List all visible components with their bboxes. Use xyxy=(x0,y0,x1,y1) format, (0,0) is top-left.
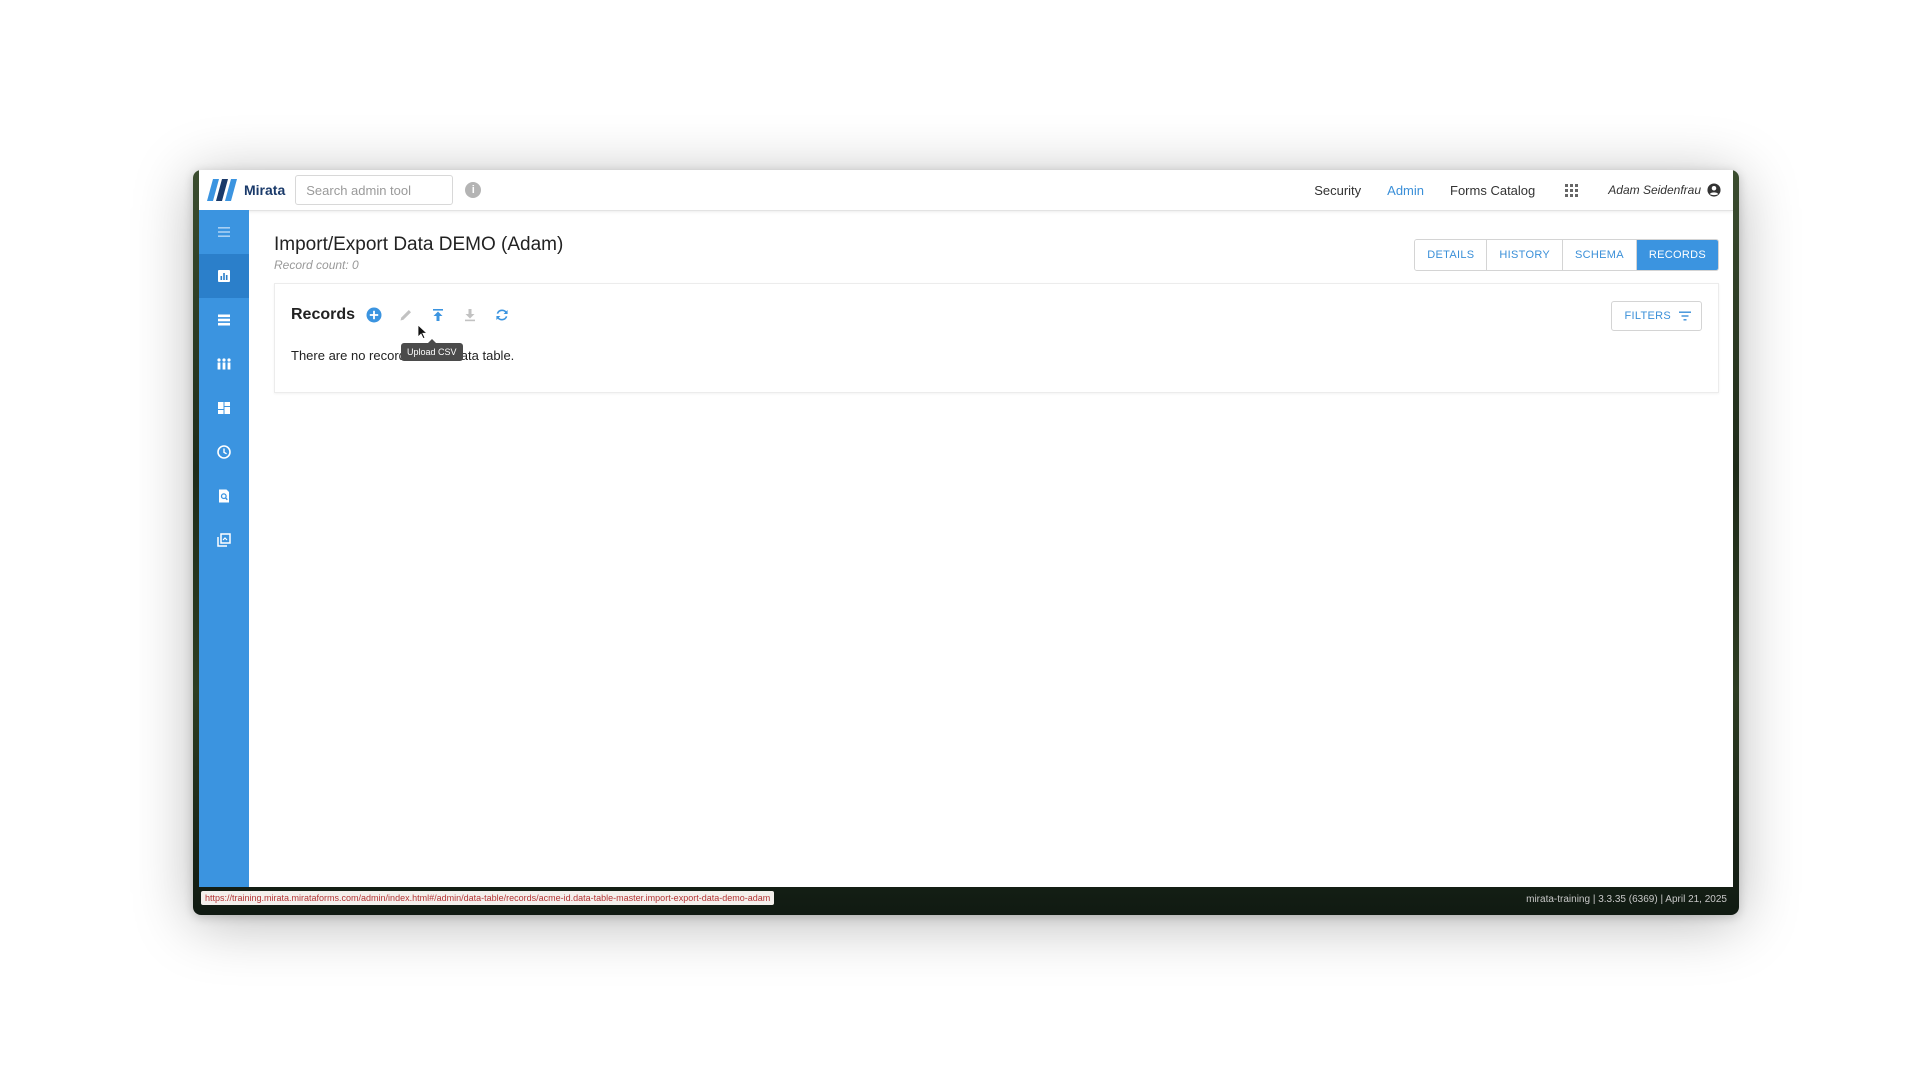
account-circle-icon xyxy=(1707,183,1721,197)
tab-schema[interactable]: SCHEMA xyxy=(1563,240,1637,270)
chart-icon xyxy=(218,270,230,282)
add-circle-icon xyxy=(366,307,382,323)
user-menu[interactable]: Adam Seidenfrau xyxy=(1608,183,1721,197)
nav-admin[interactable]: Admin xyxy=(1387,183,1424,198)
dashboard-icon xyxy=(218,402,230,414)
download-icon xyxy=(465,309,476,322)
app-frame: Mirata i Security Admin Forms Catalog Ad… xyxy=(199,170,1733,887)
app-window: Mirata i Security Admin Forms Catalog Ad… xyxy=(193,170,1739,915)
nav-security[interactable]: Security xyxy=(1314,183,1361,198)
tab-history[interactable]: HISTORY xyxy=(1487,240,1564,270)
apps-grid-icon[interactable] xyxy=(1565,183,1579,197)
sidebar-item-menu[interactable] xyxy=(199,210,249,254)
filters-button[interactable]: FILTERS xyxy=(1611,301,1702,331)
top-nav: Security Admin Forms Catalog Adam Seiden… xyxy=(1288,183,1733,198)
user-name: Adam Seidenfrau xyxy=(1608,183,1701,197)
filters-label: FILTERS xyxy=(1624,310,1671,322)
search-input[interactable] xyxy=(295,175,454,205)
logo[interactable]: Mirata xyxy=(207,179,285,201)
menu-icon xyxy=(218,227,230,237)
upload-csv-tooltip: Upload CSV xyxy=(401,339,463,361)
sidebar-item-reports[interactable] xyxy=(199,254,249,298)
main-content: Import/Export Data DEMO (Adam) Record co… xyxy=(249,210,1733,887)
mirata-logo-icon xyxy=(207,179,241,201)
records-title: Records xyxy=(291,306,356,323)
search-document-icon xyxy=(219,489,229,503)
download-button[interactable] xyxy=(461,306,479,324)
filter-icon xyxy=(1679,311,1691,321)
sidebar-item-history[interactable] xyxy=(199,430,249,474)
mouse-cursor-icon xyxy=(417,324,429,340)
brand-name: Mirata xyxy=(244,182,286,198)
nav-forms-catalog[interactable]: Forms Catalog xyxy=(1450,183,1535,198)
view-tabs: DETAILS HISTORY SCHEMA RECORDS xyxy=(1414,239,1719,271)
version-info: mirata-training | 3.3.35 (6369) | April … xyxy=(1526,894,1727,905)
link-preview-url: https://training.mirata.mirataforms.com/… xyxy=(201,891,775,905)
upload-icon xyxy=(433,309,444,321)
tab-records[interactable]: RECORDS xyxy=(1636,240,1718,270)
tab-details[interactable]: DETAILS xyxy=(1415,240,1488,270)
refresh-icon xyxy=(496,309,508,321)
sidebar-item-search-docs[interactable] xyxy=(199,474,249,518)
clock-icon xyxy=(217,445,231,459)
edit-button[interactable] xyxy=(397,306,415,324)
add-record-button[interactable] xyxy=(365,306,383,324)
sidebar-item-library[interactable] xyxy=(199,518,249,562)
upload-csv-button[interactable] xyxy=(429,306,447,324)
sidebar-item-data-tables[interactable] xyxy=(199,298,249,342)
sidebar-item-users[interactable] xyxy=(199,342,249,386)
top-bar: Mirata i Security Admin Forms Catalog Ad… xyxy=(199,170,1733,211)
info-icon[interactable]: i xyxy=(465,182,482,198)
people-icon xyxy=(217,358,231,370)
sidebar-item-dashboard[interactable] xyxy=(199,386,249,430)
pencil-icon xyxy=(400,310,412,321)
records-card: Records There are no records data table.… xyxy=(274,283,1719,393)
list-icon xyxy=(218,314,230,326)
refresh-button[interactable] xyxy=(493,306,511,324)
library-icon xyxy=(217,533,231,547)
record-count: Record count: 0 xyxy=(274,258,359,272)
sidebar xyxy=(199,210,249,887)
status-bar: https://training.mirata.mirataforms.com/… xyxy=(193,887,1739,915)
page-title: Import/Export Data DEMO (Adam) xyxy=(274,234,564,255)
records-header: Records xyxy=(291,306,511,324)
